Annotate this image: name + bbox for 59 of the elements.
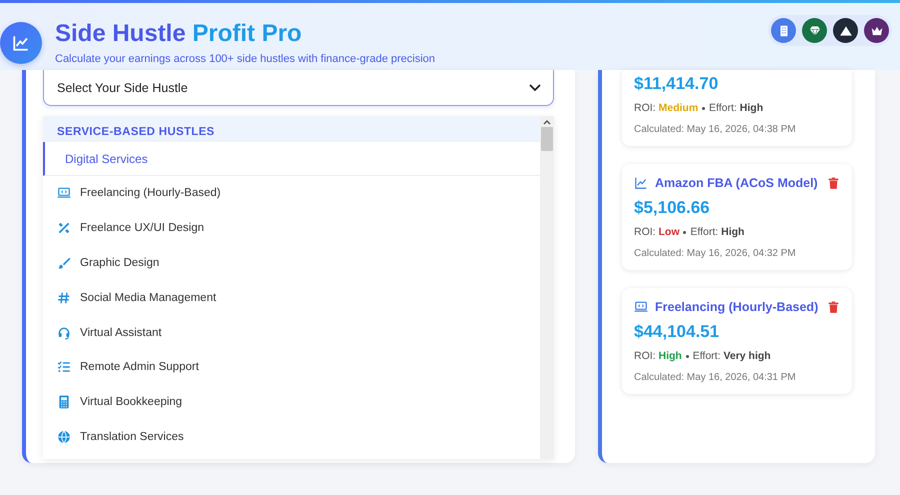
roi-label: ROI:: [634, 102, 656, 114]
dropdown-option[interactable]: Freelancing (Hourly-Based): [43, 176, 540, 211]
delete-button[interactable]: [827, 300, 840, 314]
effort-label: Effort:: [709, 102, 737, 114]
roi-label: ROI:: [634, 350, 656, 362]
effort-label: Effort:: [692, 350, 721, 362]
scroll-up-icon: [543, 119, 551, 125]
logo-icon: [0, 22, 42, 64]
dropdown-option[interactable]: Social Media Management: [43, 280, 540, 316]
result-title: Freelancing (Hourly-Based): [655, 300, 818, 314]
laptop-icon: [57, 186, 71, 200]
delete-button[interactable]: [827, 176, 840, 190]
effort-value: High: [721, 226, 744, 238]
result-amount: $44,104.51: [634, 322, 720, 342]
scrollbar-thumb[interactable]: [541, 127, 553, 151]
app-subtitle: Calculate your earnings across 100+ side hustles with finance-grade precision: [55, 53, 436, 65]
calculated-time: Calculated: May 16, 2026, 04:31 PM: [634, 372, 797, 383]
dropdown-option[interactable]: Translation Services: [43, 420, 540, 454]
calculator-icon: [57, 395, 71, 410]
calculated-time: Calculated: May 16, 2026, 04:38 PM: [634, 124, 797, 135]
dropdown-option[interactable]: Virtual Bookkeeping: [43, 384, 540, 420]
hustle-select[interactable]: Select Your Side Hustle: [43, 70, 554, 106]
roi-label: ROI:: [634, 226, 656, 238]
separator-dot: [686, 354, 689, 358]
roi-value: Low: [658, 226, 680, 238]
checklist-icon: [57, 360, 71, 374]
result-amount: $11,414.70: [634, 74, 720, 94]
result-title: Amazon FBA (ACoS Model): [655, 176, 818, 190]
roi-value: Medium: [658, 102, 698, 114]
hashtag-icon: [57, 290, 71, 305]
globe-icon: [57, 430, 71, 444]
line-chart-icon: [634, 176, 648, 190]
trash-icon: [827, 300, 840, 314]
effort-value: High: [740, 102, 764, 114]
calculated-time: Calculated: May 16, 2026, 04:32 PM: [634, 248, 797, 259]
headset-icon: [57, 326, 71, 340]
group-heading: SERVICE-BASED HUSTLES: [43, 116, 540, 142]
pencil-ruler-icon: [57, 221, 71, 236]
scrollbar[interactable]: [540, 116, 554, 459]
laptop-icon: [634, 300, 648, 314]
badge-button[interactable]: [833, 18, 858, 43]
dropdown-option[interactable]: Remote Admin Support: [43, 350, 540, 385]
paintbrush-icon: [57, 256, 71, 270]
result-amount: $5,106.66: [634, 198, 711, 218]
gem-icon: [808, 24, 822, 38]
effort-label: Effort:: [690, 226, 718, 238]
dropdown-option[interactable]: Virtual Assistant: [43, 315, 540, 350]
separator-dot: [702, 106, 706, 110]
select-placeholder: Select Your Side Hustle: [57, 80, 188, 94]
trash-icon: [827, 176, 840, 190]
roi-value: High: [658, 350, 682, 362]
app-title: Side Hustle Profit Pro: [55, 20, 303, 48]
mountain-icon: [838, 24, 852, 38]
chevron-down-icon: [529, 84, 541, 92]
separator-dot: [683, 230, 686, 234]
effort-value: Very high: [723, 350, 771, 362]
dropdown-option[interactable]: Freelance UX/UI Design: [43, 210, 540, 246]
badge-button[interactable]: [864, 18, 889, 43]
dropdown-option[interactable]: Graphic Design: [43, 246, 540, 280]
